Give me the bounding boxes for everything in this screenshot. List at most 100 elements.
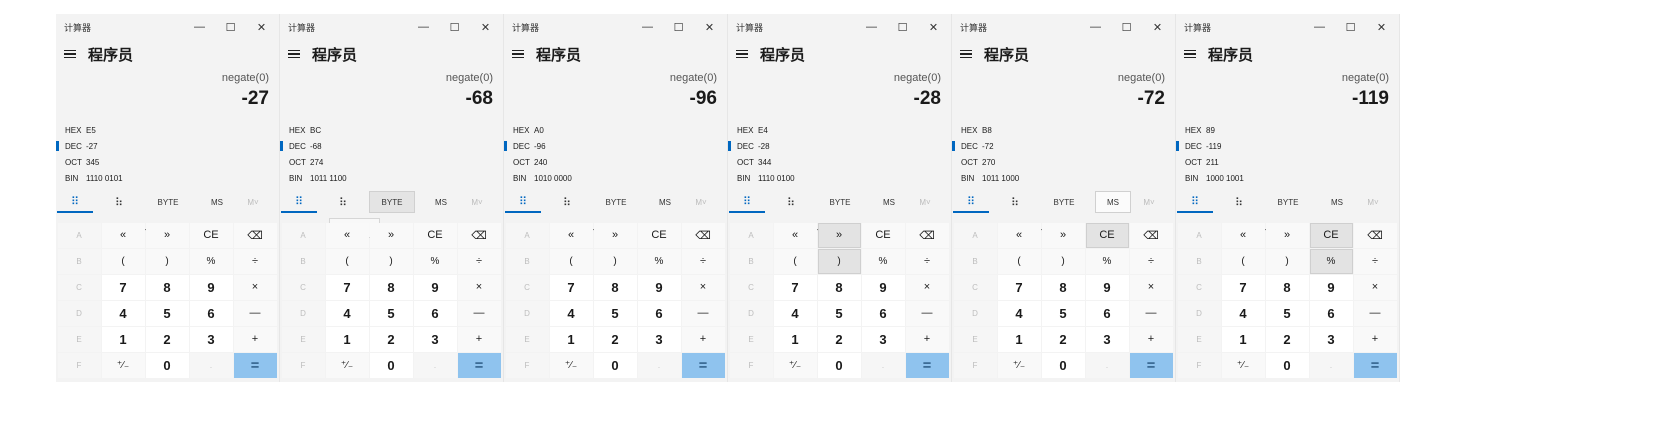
digit-9-key[interactable]: 9	[1085, 274, 1129, 300]
hex-a-key[interactable]: A	[1177, 222, 1221, 248]
hamburger-menu-icon[interactable]	[1184, 48, 1196, 61]
digit-7-key[interactable]: 7	[325, 274, 369, 300]
digit-1-key[interactable]: 1	[1221, 326, 1265, 352]
digit-5-key[interactable]: 5	[1041, 300, 1085, 326]
digit-9-key[interactable]: 9	[189, 274, 233, 300]
dec-row[interactable]: DEC -27	[56, 138, 279, 154]
hex-a-key[interactable]: A	[953, 222, 997, 248]
minus-key[interactable]: —	[457, 300, 501, 326]
hex-f-key[interactable]: F	[57, 352, 101, 378]
hex-a-key[interactable]: A	[729, 222, 773, 248]
ms-button[interactable]: MS	[423, 191, 459, 213]
plus-key[interactable]: +	[457, 326, 501, 352]
maximize-button[interactable]: ☐	[1335, 14, 1366, 40]
digit-9-key[interactable]: 9	[861, 274, 905, 300]
bit-toggle-keypad-icon[interactable]: ⠷	[549, 191, 585, 213]
digit-2-key[interactable]: 2	[369, 326, 413, 352]
hex-a-key[interactable]: A	[281, 222, 325, 248]
percent-key[interactable]: %	[637, 248, 681, 274]
digit-7-key[interactable]: 7	[773, 274, 817, 300]
backspace-key[interactable]: ⌫	[681, 222, 725, 248]
left-paren-key[interactable]: (	[1221, 248, 1265, 274]
close-button[interactable]: ✕	[246, 14, 277, 40]
decimal-key[interactable]: .	[637, 352, 681, 378]
hex-c-key[interactable]: C	[281, 274, 325, 300]
right-shift-key[interactable]: »	[817, 222, 861, 248]
digit-4-key[interactable]: 4	[773, 300, 817, 326]
hamburger-menu-icon[interactable]	[960, 48, 972, 61]
digit-8-key[interactable]: 8	[817, 274, 861, 300]
digit-7-key[interactable]: 7	[1221, 274, 1265, 300]
minimize-button[interactable]: —	[1080, 14, 1111, 40]
maximize-button[interactable]: ☐	[439, 14, 470, 40]
hex-c-key[interactable]: C	[953, 274, 997, 300]
memory-dropdown-button[interactable]: M˅	[1139, 191, 1159, 213]
multiply-key[interactable]: ×	[233, 274, 277, 300]
digit-2-key[interactable]: 2	[1265, 326, 1309, 352]
hex-e-key[interactable]: E	[729, 326, 773, 352]
divide-key[interactable]: ÷	[457, 248, 501, 274]
digit-2-key[interactable]: 2	[593, 326, 637, 352]
percent-key[interactable]: %	[189, 248, 233, 274]
digit-5-key[interactable]: 5	[145, 300, 189, 326]
divide-key[interactable]: ÷	[1353, 248, 1397, 274]
oct-row[interactable]: OCT 211	[1176, 154, 1399, 170]
backspace-key[interactable]: ⌫	[1129, 222, 1173, 248]
digit-8-key[interactable]: 8	[1265, 274, 1309, 300]
close-button[interactable]: ✕	[694, 14, 725, 40]
backspace-key[interactable]: ⌫	[233, 222, 277, 248]
byte-button[interactable]: BYTE	[369, 191, 415, 213]
bit-toggle-keypad-icon[interactable]: ⠷	[1221, 191, 1257, 213]
hex-row[interactable]: HEX BC	[280, 122, 503, 138]
oct-row[interactable]: OCT 274	[280, 154, 503, 170]
plus-key[interactable]: +	[1353, 326, 1397, 352]
equals-key[interactable]: =	[233, 352, 277, 378]
full-keypad-icon[interactable]: ⠿	[1177, 191, 1213, 213]
negate-key[interactable]: ⁺∕₋	[549, 352, 593, 378]
bin-row[interactable]: BIN 1110 0100	[728, 170, 951, 186]
multiply-key[interactable]: ×	[1129, 274, 1173, 300]
dec-row[interactable]: DEC -119	[1176, 138, 1399, 154]
byte-button[interactable]: BYTE	[145, 191, 191, 213]
left-shift-key[interactable]: «	[101, 222, 145, 248]
oct-row[interactable]: OCT 270	[952, 154, 1175, 170]
hamburger-menu-icon[interactable]	[288, 48, 300, 61]
byte-button[interactable]: BYTE	[593, 191, 639, 213]
hex-b-key[interactable]: B	[505, 248, 549, 274]
hex-e-key[interactable]: E	[1177, 326, 1221, 352]
ce-key[interactable]: CE	[189, 222, 233, 248]
digit-0-key[interactable]: 0	[1265, 352, 1309, 378]
right-shift-key[interactable]: »	[1041, 222, 1085, 248]
digit-8-key[interactable]: 8	[593, 274, 637, 300]
maximize-button[interactable]: ☐	[887, 14, 918, 40]
minus-key[interactable]: —	[1353, 300, 1397, 326]
plus-key[interactable]: +	[905, 326, 949, 352]
digit-3-key[interactable]: 3	[189, 326, 233, 352]
hex-d-key[interactable]: D	[57, 300, 101, 326]
memory-dropdown-button[interactable]: M˅	[915, 191, 935, 213]
hex-c-key[interactable]: C	[1177, 274, 1221, 300]
right-paren-key[interactable]: )	[145, 248, 189, 274]
bin-row[interactable]: BIN 1010 0000	[504, 170, 727, 186]
hex-b-key[interactable]: B	[1177, 248, 1221, 274]
percent-key[interactable]: %	[861, 248, 905, 274]
hamburger-menu-icon[interactable]	[64, 48, 76, 61]
hex-f-key[interactable]: F	[505, 352, 549, 378]
hex-b-key[interactable]: B	[729, 248, 773, 274]
left-paren-key[interactable]: (	[997, 248, 1041, 274]
left-shift-key[interactable]: «	[549, 222, 593, 248]
hex-e-key[interactable]: E	[281, 326, 325, 352]
hex-f-key[interactable]: F	[281, 352, 325, 378]
digit-5-key[interactable]: 5	[593, 300, 637, 326]
minimize-button[interactable]: —	[1304, 14, 1335, 40]
memory-dropdown-button[interactable]: M˅	[1363, 191, 1383, 213]
hex-row[interactable]: HEX 89	[1176, 122, 1399, 138]
close-button[interactable]: ✕	[1142, 14, 1173, 40]
right-paren-key[interactable]: )	[1265, 248, 1309, 274]
equals-key[interactable]: =	[457, 352, 501, 378]
digit-9-key[interactable]: 9	[1309, 274, 1353, 300]
memory-dropdown-button[interactable]: M˅	[243, 191, 263, 213]
digit-2-key[interactable]: 2	[145, 326, 189, 352]
full-keypad-icon[interactable]: ⠿	[57, 191, 93, 213]
right-paren-key[interactable]: )	[369, 248, 413, 274]
